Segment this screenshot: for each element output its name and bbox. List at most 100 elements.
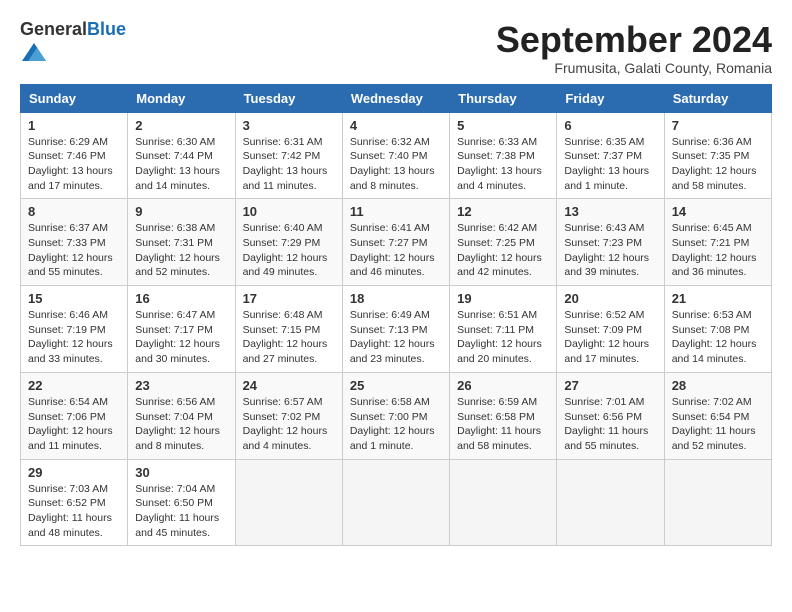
cell-text: Sunrise: 6:36 AM Sunset: 7:35 PM Dayligh…: [672, 135, 764, 194]
daylight-text: Daylight: 11 hours and 58 minutes.: [457, 425, 541, 452]
table-row: 19 Sunrise: 6:51 AM Sunset: 7:11 PM Dayl…: [450, 286, 557, 373]
sunset-text: Sunset: 7:29 PM: [243, 237, 321, 249]
sunrise-text: Sunrise: 6:45 AM: [672, 222, 752, 234]
sunrise-text: Sunrise: 7:03 AM: [28, 483, 108, 495]
cell-text: Sunrise: 6:58 AM Sunset: 7:00 PM Dayligh…: [350, 395, 442, 454]
table-row: 4 Sunrise: 6:32 AM Sunset: 7:40 PM Dayli…: [342, 112, 449, 199]
cell-text: Sunrise: 6:53 AM Sunset: 7:08 PM Dayligh…: [672, 308, 764, 367]
day-number: 29: [28, 465, 120, 480]
daylight-text: Daylight: 12 hours and 30 minutes.: [135, 338, 220, 365]
table-row: 5 Sunrise: 6:33 AM Sunset: 7:38 PM Dayli…: [450, 112, 557, 199]
table-row: 23 Sunrise: 6:56 AM Sunset: 7:04 PM Dayl…: [128, 372, 235, 459]
sunset-text: Sunset: 7:33 PM: [28, 237, 106, 249]
logo-icon: [22, 40, 46, 64]
header-monday: Monday: [128, 84, 235, 112]
sunrise-text: Sunrise: 7:04 AM: [135, 483, 215, 495]
cell-text: Sunrise: 6:47 AM Sunset: 7:17 PM Dayligh…: [135, 308, 227, 367]
table-row: 10 Sunrise: 6:40 AM Sunset: 7:29 PM Dayl…: [235, 199, 342, 286]
table-row: 3 Sunrise: 6:31 AM Sunset: 7:42 PM Dayli…: [235, 112, 342, 199]
table-row: [235, 459, 342, 546]
sunset-text: Sunset: 7:38 PM: [457, 150, 535, 162]
daylight-text: Daylight: 12 hours and 8 minutes.: [135, 425, 220, 452]
sunrise-text: Sunrise: 6:41 AM: [350, 222, 430, 234]
cell-text: Sunrise: 7:04 AM Sunset: 6:50 PM Dayligh…: [135, 482, 227, 541]
sunrise-text: Sunrise: 6:32 AM: [350, 136, 430, 148]
sunrise-text: Sunrise: 6:52 AM: [564, 309, 644, 321]
cell-text: Sunrise: 6:40 AM Sunset: 7:29 PM Dayligh…: [243, 221, 335, 280]
logo-text: GeneralBlue: [20, 20, 126, 40]
sunrise-text: Sunrise: 6:43 AM: [564, 222, 644, 234]
cell-text: Sunrise: 6:42 AM Sunset: 7:25 PM Dayligh…: [457, 221, 549, 280]
sunset-text: Sunset: 7:13 PM: [350, 324, 428, 336]
table-row: 12 Sunrise: 6:42 AM Sunset: 7:25 PM Dayl…: [450, 199, 557, 286]
sunrise-text: Sunrise: 6:57 AM: [243, 396, 323, 408]
cell-text: Sunrise: 6:49 AM Sunset: 7:13 PM Dayligh…: [350, 308, 442, 367]
page-container: GeneralBlue September 2024 Frumusita, Ga…: [20, 20, 772, 546]
sunset-text: Sunset: 7:17 PM: [135, 324, 213, 336]
month-title: September 2024: [496, 20, 772, 60]
sunset-text: Sunset: 7:00 PM: [350, 411, 428, 423]
sunrise-text: Sunrise: 6:42 AM: [457, 222, 537, 234]
cell-text: Sunrise: 6:35 AM Sunset: 7:37 PM Dayligh…: [564, 135, 656, 194]
day-number: 21: [672, 291, 764, 306]
daylight-text: Daylight: 12 hours and 20 minutes.: [457, 338, 542, 365]
day-number: 6: [564, 118, 656, 133]
daylight-text: Daylight: 13 hours and 4 minutes.: [457, 165, 542, 192]
sunset-text: Sunset: 7:23 PM: [564, 237, 642, 249]
cell-text: Sunrise: 6:57 AM Sunset: 7:02 PM Dayligh…: [243, 395, 335, 454]
sunrise-text: Sunrise: 6:59 AM: [457, 396, 537, 408]
header-thursday: Thursday: [450, 84, 557, 112]
cell-text: Sunrise: 7:03 AM Sunset: 6:52 PM Dayligh…: [28, 482, 120, 541]
table-row: 7 Sunrise: 6:36 AM Sunset: 7:35 PM Dayli…: [664, 112, 771, 199]
day-number: 5: [457, 118, 549, 133]
table-row: 14 Sunrise: 6:45 AM Sunset: 7:21 PM Dayl…: [664, 199, 771, 286]
day-number: 28: [672, 378, 764, 393]
daylight-text: Daylight: 12 hours and 17 minutes.: [564, 338, 649, 365]
table-row: 26 Sunrise: 6:59 AM Sunset: 6:58 PM Dayl…: [450, 372, 557, 459]
daylight-text: Daylight: 12 hours and 52 minutes.: [135, 252, 220, 279]
sunrise-text: Sunrise: 6:56 AM: [135, 396, 215, 408]
cell-text: Sunrise: 6:32 AM Sunset: 7:40 PM Dayligh…: [350, 135, 442, 194]
daylight-text: Daylight: 12 hours and 1 minute.: [350, 425, 435, 452]
cell-text: Sunrise: 6:48 AM Sunset: 7:15 PM Dayligh…: [243, 308, 335, 367]
cell-text: Sunrise: 6:33 AM Sunset: 7:38 PM Dayligh…: [457, 135, 549, 194]
cell-text: Sunrise: 7:01 AM Sunset: 6:56 PM Dayligh…: [564, 395, 656, 454]
table-row: 15 Sunrise: 6:46 AM Sunset: 7:19 PM Dayl…: [21, 286, 128, 373]
sunset-text: Sunset: 7:19 PM: [28, 324, 106, 336]
daylight-text: Daylight: 11 hours and 55 minutes.: [564, 425, 648, 452]
day-number: 4: [350, 118, 442, 133]
table-row: 1 Sunrise: 6:29 AM Sunset: 7:46 PM Dayli…: [21, 112, 128, 199]
sunrise-text: Sunrise: 6:54 AM: [28, 396, 108, 408]
table-row: 27 Sunrise: 7:01 AM Sunset: 6:56 PM Dayl…: [557, 372, 664, 459]
sunset-text: Sunset: 6:54 PM: [672, 411, 750, 423]
sunrise-text: Sunrise: 6:31 AM: [243, 136, 323, 148]
sunset-text: Sunset: 7:37 PM: [564, 150, 642, 162]
daylight-text: Daylight: 13 hours and 14 minutes.: [135, 165, 220, 192]
sunrise-text: Sunrise: 6:40 AM: [243, 222, 323, 234]
cell-text: Sunrise: 6:41 AM Sunset: 7:27 PM Dayligh…: [350, 221, 442, 280]
sunrise-text: Sunrise: 6:30 AM: [135, 136, 215, 148]
sunrise-text: Sunrise: 6:36 AM: [672, 136, 752, 148]
cell-text: Sunrise: 6:51 AM Sunset: 7:11 PM Dayligh…: [457, 308, 549, 367]
daylight-text: Daylight: 12 hours and 14 minutes.: [672, 338, 757, 365]
sunset-text: Sunset: 7:42 PM: [243, 150, 321, 162]
sunrise-text: Sunrise: 6:51 AM: [457, 309, 537, 321]
sunrise-text: Sunrise: 6:53 AM: [672, 309, 752, 321]
logo: GeneralBlue: [20, 20, 126, 69]
daylight-text: Daylight: 12 hours and 58 minutes.: [672, 165, 757, 192]
sunset-text: Sunset: 7:02 PM: [243, 411, 321, 423]
subtitle: Frumusita, Galati County, Romania: [496, 60, 772, 76]
sunset-text: Sunset: 6:50 PM: [135, 497, 213, 509]
calendar-week-row: 8 Sunrise: 6:37 AM Sunset: 7:33 PM Dayli…: [21, 199, 772, 286]
day-number: 19: [457, 291, 549, 306]
day-number: 27: [564, 378, 656, 393]
day-number: 11: [350, 204, 442, 219]
cell-text: Sunrise: 7:02 AM Sunset: 6:54 PM Dayligh…: [672, 395, 764, 454]
table-row: [664, 459, 771, 546]
day-number: 8: [28, 204, 120, 219]
sunset-text: Sunset: 7:46 PM: [28, 150, 106, 162]
sunrise-text: Sunrise: 6:38 AM: [135, 222, 215, 234]
sunset-text: Sunset: 7:11 PM: [457, 324, 534, 336]
daylight-text: Daylight: 12 hours and 23 minutes.: [350, 338, 435, 365]
daylight-text: Daylight: 11 hours and 45 minutes.: [135, 512, 219, 539]
